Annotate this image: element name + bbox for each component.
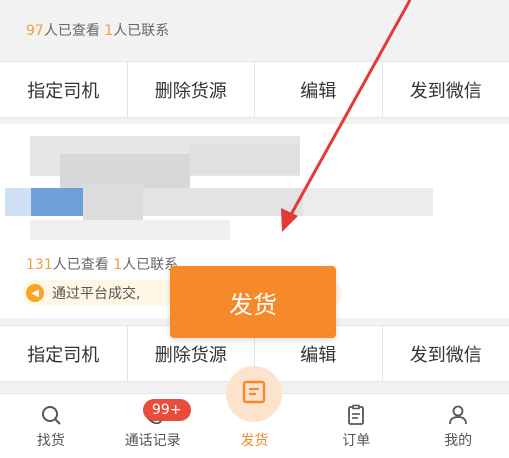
- call-log-badge: 99+: [143, 399, 191, 421]
- speaker-icon: ◀: [26, 284, 44, 302]
- ship-tab-circle: [226, 366, 282, 422]
- views-count: 97: [26, 23, 44, 39]
- tab-ship[interactable]: 发货: [204, 394, 306, 458]
- document-icon: [240, 378, 268, 406]
- card1-stats: 97人已查看 1人已联系: [26, 20, 169, 40]
- card2-stats: 131人已查看 1人已联系: [26, 254, 178, 274]
- clipboard-icon: [345, 404, 367, 426]
- send-to-wechat-button[interactable]: 发到微信: [383, 326, 509, 381]
- tab-mine[interactable]: 我的: [407, 394, 509, 458]
- delete-source-button[interactable]: 删除货源: [128, 62, 256, 117]
- tab-find-goods[interactable]: 找货: [0, 394, 102, 458]
- card1-actions: 指定司机 删除货源 编辑 发到微信: [0, 61, 509, 118]
- tab-orders[interactable]: 订单: [305, 394, 407, 458]
- send-to-wechat-button[interactable]: 发到微信: [383, 62, 509, 117]
- assign-driver-button[interactable]: 指定司机: [0, 62, 128, 117]
- bottom-tab-bar: 找货 通话记录 发货 订单 我的: [0, 393, 509, 458]
- search-icon: [40, 404, 62, 426]
- ship-button[interactable]: 发货: [170, 266, 336, 338]
- user-icon: [447, 404, 469, 426]
- edit-button[interactable]: 编辑: [255, 62, 383, 117]
- assign-driver-button[interactable]: 指定司机: [0, 326, 128, 381]
- contacts-count: 1: [104, 23, 113, 39]
